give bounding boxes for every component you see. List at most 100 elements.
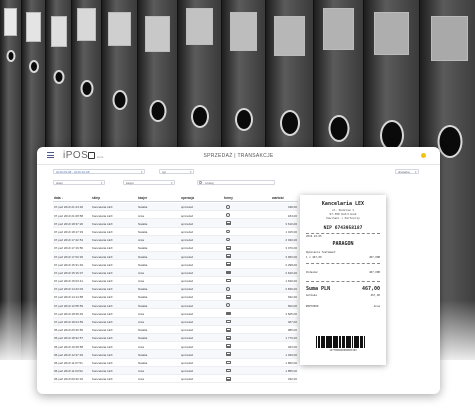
binder-ring-hole [234, 108, 253, 131]
row-value: 3 070,00 [285, 246, 297, 251]
table-row[interactable]: 07.paź 2019 18:17:33 Kancelaria LEX Natali… [53, 228, 298, 236]
row-shop: Kancelaria LEX [92, 360, 113, 365]
row-shop: Kancelaria LEX [92, 238, 113, 243]
table-row[interactable]: 07.paź 2019 17:16:50 Kancelaria LEX Natali… [53, 244, 298, 253]
row-cashier: Ania [138, 369, 145, 374]
table-row[interactable]: 07.paź 2019 15:03:41 Kancelaria LEX Ania sp… [53, 277, 298, 285]
row-value: 467,00 [287, 320, 297, 325]
table-row[interactable]: 07.paź 2019 12:58:59 Kancelaria LEX Natali… [53, 301, 298, 310]
binder-label [322, 8, 355, 50]
column-header-date[interactable]: data ↓ [54, 196, 63, 200]
date-range-picker[interactable]: 2019-09-08 - 2019-10-08 ▾ [53, 169, 145, 174]
card-payment-icon [226, 295, 231, 299]
cash-payment-icon [226, 286, 230, 291]
search-icon [199, 181, 202, 184]
row-shop: Kancelaria LEX [92, 303, 113, 308]
table-row[interactable]: 07.paź 2019 18:37:20 Kancelaria LEX Natali… [53, 219, 298, 228]
column-header-forms[interactable]: formy [224, 196, 233, 200]
row-cashier: Natalia [138, 254, 148, 259]
printer-select[interactable]: drukarka ▾ [395, 169, 419, 174]
row-shop: Kancelaria LEX [92, 311, 113, 316]
table-row[interactable]: 07.paź 2019 14:43:03 Kancelaria LEX Natali… [53, 284, 298, 294]
row-date: 07.paź 2019 17:00:36 [54, 254, 84, 259]
row-date: 07.paź 2019 12:58:59 [54, 303, 84, 308]
binder-label [145, 16, 170, 52]
binder-label [108, 12, 131, 46]
table-header: data ↓ sklep kasjer operacja formy warto… [53, 196, 298, 202]
search-input[interactable]: szukaj [197, 180, 275, 185]
chevron-down-icon: ▾ [100, 181, 103, 185]
row-date: 05.paź 2019 11:07:51 [54, 360, 83, 365]
row-shop: Kancelaria LEX [92, 254, 113, 259]
row-shop: Kancelaria LEX [92, 336, 113, 341]
column-header-value[interactable]: wartość [272, 196, 284, 200]
row-date: 05.paź 2019 09:32:32 [54, 377, 84, 382]
store-select[interactable]: sklep ▾ [53, 180, 105, 185]
row-date: 07.paź 2019 18:24:59 [54, 320, 84, 325]
row-cashier: Natalia [138, 205, 148, 210]
cash-payment-icon [226, 229, 230, 234]
row-shop: Kancelaria LEX [92, 246, 113, 251]
binder-label [373, 12, 410, 55]
row-value: 2 620,00 [285, 270, 297, 275]
card-payment-icon [226, 246, 231, 250]
barcode-number: 1277896000000003399 [329, 349, 357, 352]
receipt-nip: NIP 6743958187 [323, 226, 363, 231]
row-cashier: Ania [138, 270, 145, 275]
row-value: 463,00 [287, 344, 297, 349]
table-row[interactable]: 07.paź 2019 17:42:54 Kancelaria LEX Ania sp… [53, 235, 298, 244]
row-cashier: Ania [138, 344, 145, 349]
table-row[interactable]: 05.paź 2019 18:32:57 Kancelaria LEX Natali… [53, 334, 298, 343]
row-value: 1 860,00 [285, 360, 297, 365]
table-row[interactable]: 05.paź 2019 16:28:58 Kancelaria LEX Ania sp… [53, 342, 298, 351]
row-operation: sprzedaż [181, 221, 194, 226]
table-row[interactable]: 07.paź 2019 18:24:59 Kancelaria LEX Ania sp… [53, 317, 298, 326]
table-row[interactable]: 07.paź 2019 15:31:49 Kancelaria LEX Natali… [53, 260, 298, 269]
row-cashier: Natalia [138, 303, 148, 308]
table-row[interactable]: 07.paź 2019 14:14:58 Kancelaria LEX Natali… [53, 293, 298, 302]
table-row[interactable]: 07.paź 2019 15:16:37 Kancelaria LEX Ania sp… [53, 268, 298, 277]
row-operation: sprzedaż [181, 205, 194, 210]
row-operation: sprzedaż [181, 336, 194, 341]
table-row[interactable]: 07.paź 2019 18:36:45 Kancelaria LEX Ania sp… [53, 309, 298, 318]
table-row[interactable]: 05.paź 2019 11:07:51 Kancelaria LEX Natali… [53, 359, 298, 367]
receipt-doc-type: PARAGON [332, 241, 354, 247]
table-row[interactable]: 07.paź 2019 21:24:30 Kancelaria LEX Natali… [53, 203, 298, 212]
table-row[interactable]: 07.paź 2019 17:00:36 Kancelaria LEX Natali… [53, 252, 298, 261]
receipt-total-label: Suma PLN [306, 286, 331, 292]
column-header-shop[interactable]: sklep [92, 196, 100, 200]
receipt-cashier: Anna [373, 305, 380, 308]
row-operation: sprzedaż [181, 352, 194, 357]
row-shop: Kancelaria LEX [92, 279, 113, 284]
cashier-select[interactable]: kasjer ▾ [123, 180, 175, 185]
row-operation: sprzedaż [181, 254, 194, 259]
card-payment-icon [226, 352, 231, 357]
row-cashier: Ania [138, 320, 145, 325]
binder-label [185, 8, 214, 45]
row-cashier: Natalia [138, 295, 148, 300]
row-operation: sprzedaż [181, 270, 194, 275]
binder-label [50, 16, 67, 47]
column-header-cashier[interactable]: kasjer [138, 196, 147, 200]
barcode [316, 336, 370, 348]
notification-icon[interactable] [421, 153, 426, 158]
table-row[interactable]: 05.paź 2019 09:32:32 Kancelaria LEX Ania sp… [53, 375, 298, 384]
transactions-table: 07.paź 2019 21:24:30 Kancelaria LEX Natali… [53, 203, 298, 384]
binder-label [3, 8, 18, 36]
type-select-label: typ [162, 170, 167, 174]
row-value: 985,00 [287, 328, 297, 333]
table-row[interactable]: 05.paź 2019 20:30:56 Kancelaria LEX Natali… [53, 326, 298, 334]
card-payment-icon [226, 311, 231, 316]
row-value: 2 298,00 [285, 262, 297, 267]
row-operation: sprzedaż [181, 238, 194, 243]
table-row[interactable]: 05.paź 2019 12:37:49 Kancelaria LEX Natali… [53, 350, 298, 359]
table-row[interactable]: 07.paź 2019 21:08:58 Kancelaria LEX Ania sp… [53, 211, 298, 220]
cash-payment-icon [226, 213, 230, 217]
row-shop: Kancelaria LEX [92, 320, 113, 325]
row-cashier: Natalia [138, 360, 148, 365]
type-select[interactable]: typ ▾ [159, 169, 194, 174]
row-operation: sprzedaż [181, 229, 194, 234]
table-row[interactable]: 05.paź 2019 11:03:52 Kancelaria LEX Ania sp… [53, 366, 298, 375]
column-header-operation[interactable]: operacja [181, 196, 194, 200]
row-shop: Kancelaria LEX [92, 287, 113, 292]
